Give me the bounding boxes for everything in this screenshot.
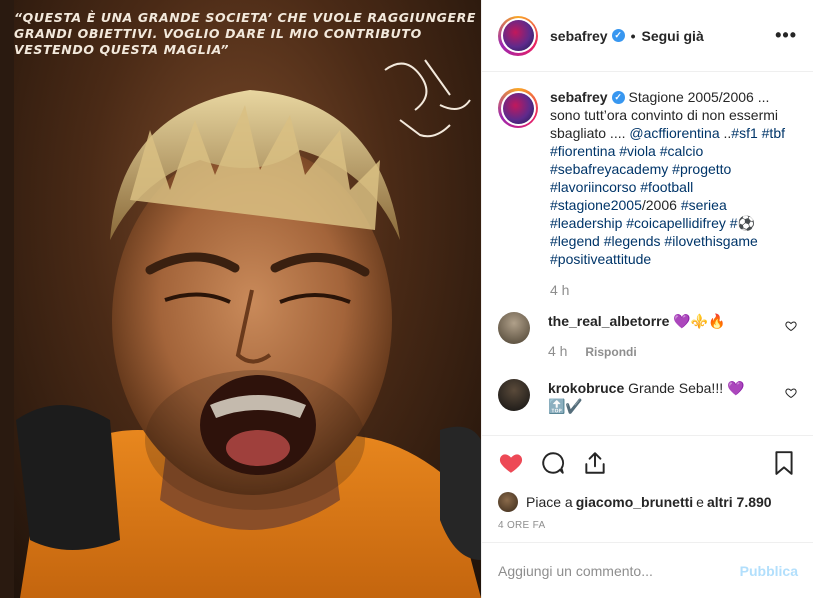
post-caption: sebafrey ✓ Stagione 2005/2006 ... sono tu… (498, 88, 797, 268)
player-photo-illustration (0, 0, 481, 598)
comment-text: 💜⚜️🔥 (673, 313, 726, 329)
avatar-image (502, 92, 534, 124)
comment-like-heart-icon[interactable] (785, 387, 797, 399)
following-button[interactable]: Segui già (642, 28, 704, 44)
post-actions (482, 436, 813, 490)
caption-year-tail: /2006 (641, 197, 681, 213)
verified-badge-icon: ✓ (611, 90, 625, 104)
commenter-username[interactable]: krokobruce (548, 380, 624, 396)
likes-prefix: Piace a (526, 494, 573, 510)
likes-summary: Piace a giacomo_brunetti e altri 7.890 (482, 490, 813, 514)
caption-avatar[interactable] (498, 88, 538, 128)
share-icon[interactable] (582, 450, 608, 476)
profile-avatar[interactable] (498, 15, 538, 56)
more-options-icon[interactable]: ••• (775, 25, 797, 46)
header-separator: • (630, 27, 636, 44)
add-comment-bar: Aggiungi un commento... Pubblica (482, 542, 813, 598)
post-photo[interactable]: “QUESTA È UNA GRANDE SOCIETA’ CHE VUOLE … (0, 0, 481, 598)
publish-button[interactable]: Pubblica (740, 563, 798, 579)
instagram-post: “QUESTA È UNA GRANDE SOCIETA’ CHE VUOLE … (0, 0, 813, 598)
caption-username[interactable]: sebafrey (550, 89, 608, 105)
comment-bubble-icon[interactable] (540, 450, 566, 476)
avatar-image (502, 20, 534, 51)
photo-quote-text: “QUESTA È UNA GRANDE SOCIETA’ CHE VUOLE … (14, 10, 477, 57)
verified-badge-icon: ✓ (611, 29, 625, 43)
soccer-ball-emoji: ⚽ (737, 215, 755, 231)
comment-like-heart-icon[interactable] (785, 320, 797, 332)
header-username-text[interactable]: sebafrey (550, 28, 608, 44)
liker-avatar[interactable] (498, 492, 518, 512)
caption-time[interactable]: 4 h (550, 282, 797, 298)
caption-text: sebafrey ✓ Stagione 2005/2006 ... sono tu… (550, 88, 797, 268)
comments-section: sebafrey ✓ Stagione 2005/2006 ... sono tu… (482, 72, 813, 436)
reply-button[interactable]: Rispondi (585, 345, 636, 359)
caption-sep: .. (719, 125, 732, 141)
header-username[interactable]: sebafrey ✓ (550, 28, 625, 44)
like-heart-icon[interactable] (498, 450, 524, 476)
likes-others-link[interactable]: altri 7.890 (707, 494, 772, 510)
post-side-panel: sebafrey ✓ • Segui già ••• sebafrey ✓ Stag… (481, 0, 813, 598)
comment-text: Grande Seba!!! 💜 (628, 380, 745, 396)
commenter-username[interactable]: the_real_albetorre (548, 313, 669, 329)
comment-item: the_real_albetorre 💜⚜️🔥 4 h Rispondi (498, 312, 797, 361)
add-comment-input[interactable]: Aggiungi un commento... (498, 563, 740, 579)
hashtags-link-3[interactable]: #legend #legends #ilovethisgame #positiv… (550, 233, 758, 267)
comment-item: krokobruce Grande Seba!!! 💜 🔝✔️ (498, 379, 797, 415)
commenter-avatar[interactable] (498, 379, 530, 411)
mention-link[interactable]: @acffiorentina (629, 125, 719, 141)
comment-text-line-2: 🔝✔️ (548, 398, 583, 414)
comment-meta: 4 h Rispondi (548, 342, 778, 361)
post-timestamp[interactable]: 4 ORE FA (482, 514, 813, 531)
comment-time[interactable]: 4 h (548, 343, 567, 359)
likes-mid: e (696, 494, 704, 510)
liker-username[interactable]: giacomo_brunetti (576, 494, 693, 510)
commenter-avatar[interactable] (498, 312, 530, 344)
bookmark-icon[interactable] (771, 450, 797, 476)
post-header: sebafrey ✓ • Segui già ••• (482, 0, 813, 72)
